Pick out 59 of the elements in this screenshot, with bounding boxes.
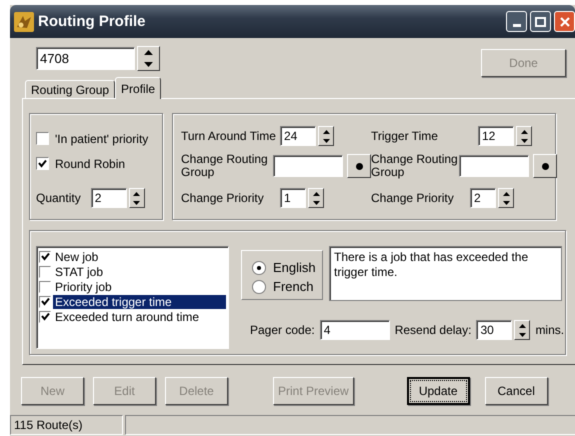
number-field[interactable]: 2 (470, 188, 496, 208)
list-item[interactable]: Exceeded turn around time (53, 310, 202, 324)
number-field[interactable]: 2 (90, 188, 127, 208)
field-label: Change Routing Group (181, 153, 269, 179)
spin-buttons[interactable] (514, 320, 530, 340)
number-field[interactable]: 12 (478, 126, 514, 146)
maximize-icon (535, 16, 546, 26)
message-text-area[interactable]: There is a job that has exceeded the trigger time. (329, 246, 562, 301)
spin-buttons[interactable] (128, 188, 145, 208)
spin-buttons[interactable] (498, 188, 514, 208)
action-button[interactable]: Cancel (484, 377, 548, 405)
field-label: Turn Around Time (181, 130, 277, 142)
number-field[interactable]: 24 (280, 126, 316, 146)
action-button[interactable]: Update (406, 377, 470, 405)
app-icon (14, 12, 34, 32)
spin-buttons[interactable] (137, 46, 160, 71)
radio-label: English (273, 260, 316, 275)
quantity-label: Quantity (36, 191, 81, 205)
dot-icon (356, 162, 362, 170)
spin-buttons[interactable] (516, 126, 532, 146)
spin-buttons[interactable] (318, 126, 334, 146)
list-item[interactable]: Priority job (53, 280, 114, 294)
checkbox[interactable] (36, 132, 49, 145)
list-item[interactable]: STAT job (53, 264, 106, 278)
browse-button[interactable] (533, 154, 557, 178)
list-item[interactable]: New job (53, 250, 100, 264)
checkbox-label: Round Robin (55, 156, 126, 170)
pager-code-field[interactable]: 4 (320, 320, 390, 340)
field-label: Trigger Time (371, 130, 439, 142)
radio-button[interactable] (252, 260, 266, 274)
checkbox[interactable] (36, 157, 49, 170)
field-label: Change Priority (181, 192, 265, 204)
checkbox-label: 'In patient' priority (55, 132, 148, 146)
tab[interactable]: Routing Group (25, 80, 116, 98)
resend-delay-label: Resend delay: (394, 323, 472, 337)
field-label: Change Priority (371, 192, 455, 204)
status-text: 115 Route(s) (10, 415, 123, 435)
routing-group-field[interactable] (273, 155, 343, 177)
number-field[interactable]: 1 (280, 188, 306, 208)
radio-button[interactable] (252, 280, 266, 294)
unit-label: mins. (535, 323, 564, 337)
number-field[interactable]: 30 (476, 320, 512, 340)
pager-code-label: Pager code: (250, 323, 315, 337)
close-button[interactable] (554, 11, 575, 32)
record-number-field[interactable]: 4708 (36, 47, 135, 70)
maximize-button[interactable] (530, 11, 551, 32)
minimize-button[interactable] (506, 11, 527, 32)
routing-group-field[interactable] (459, 155, 529, 177)
tab[interactable]: Profile (115, 77, 162, 99)
spin-buttons[interactable] (308, 188, 324, 208)
radio-label: French (273, 279, 314, 294)
list-item[interactable]: Exceeded trigger time (53, 294, 226, 308)
checkbox[interactable] (39, 296, 51, 308)
close-icon (560, 16, 570, 26)
browse-button[interactable] (347, 154, 371, 178)
field-label: Change Routing Group (371, 153, 459, 179)
dot-icon (542, 162, 548, 170)
minimize-icon (512, 24, 520, 27)
window-title: Routing Profile (38, 13, 146, 30)
